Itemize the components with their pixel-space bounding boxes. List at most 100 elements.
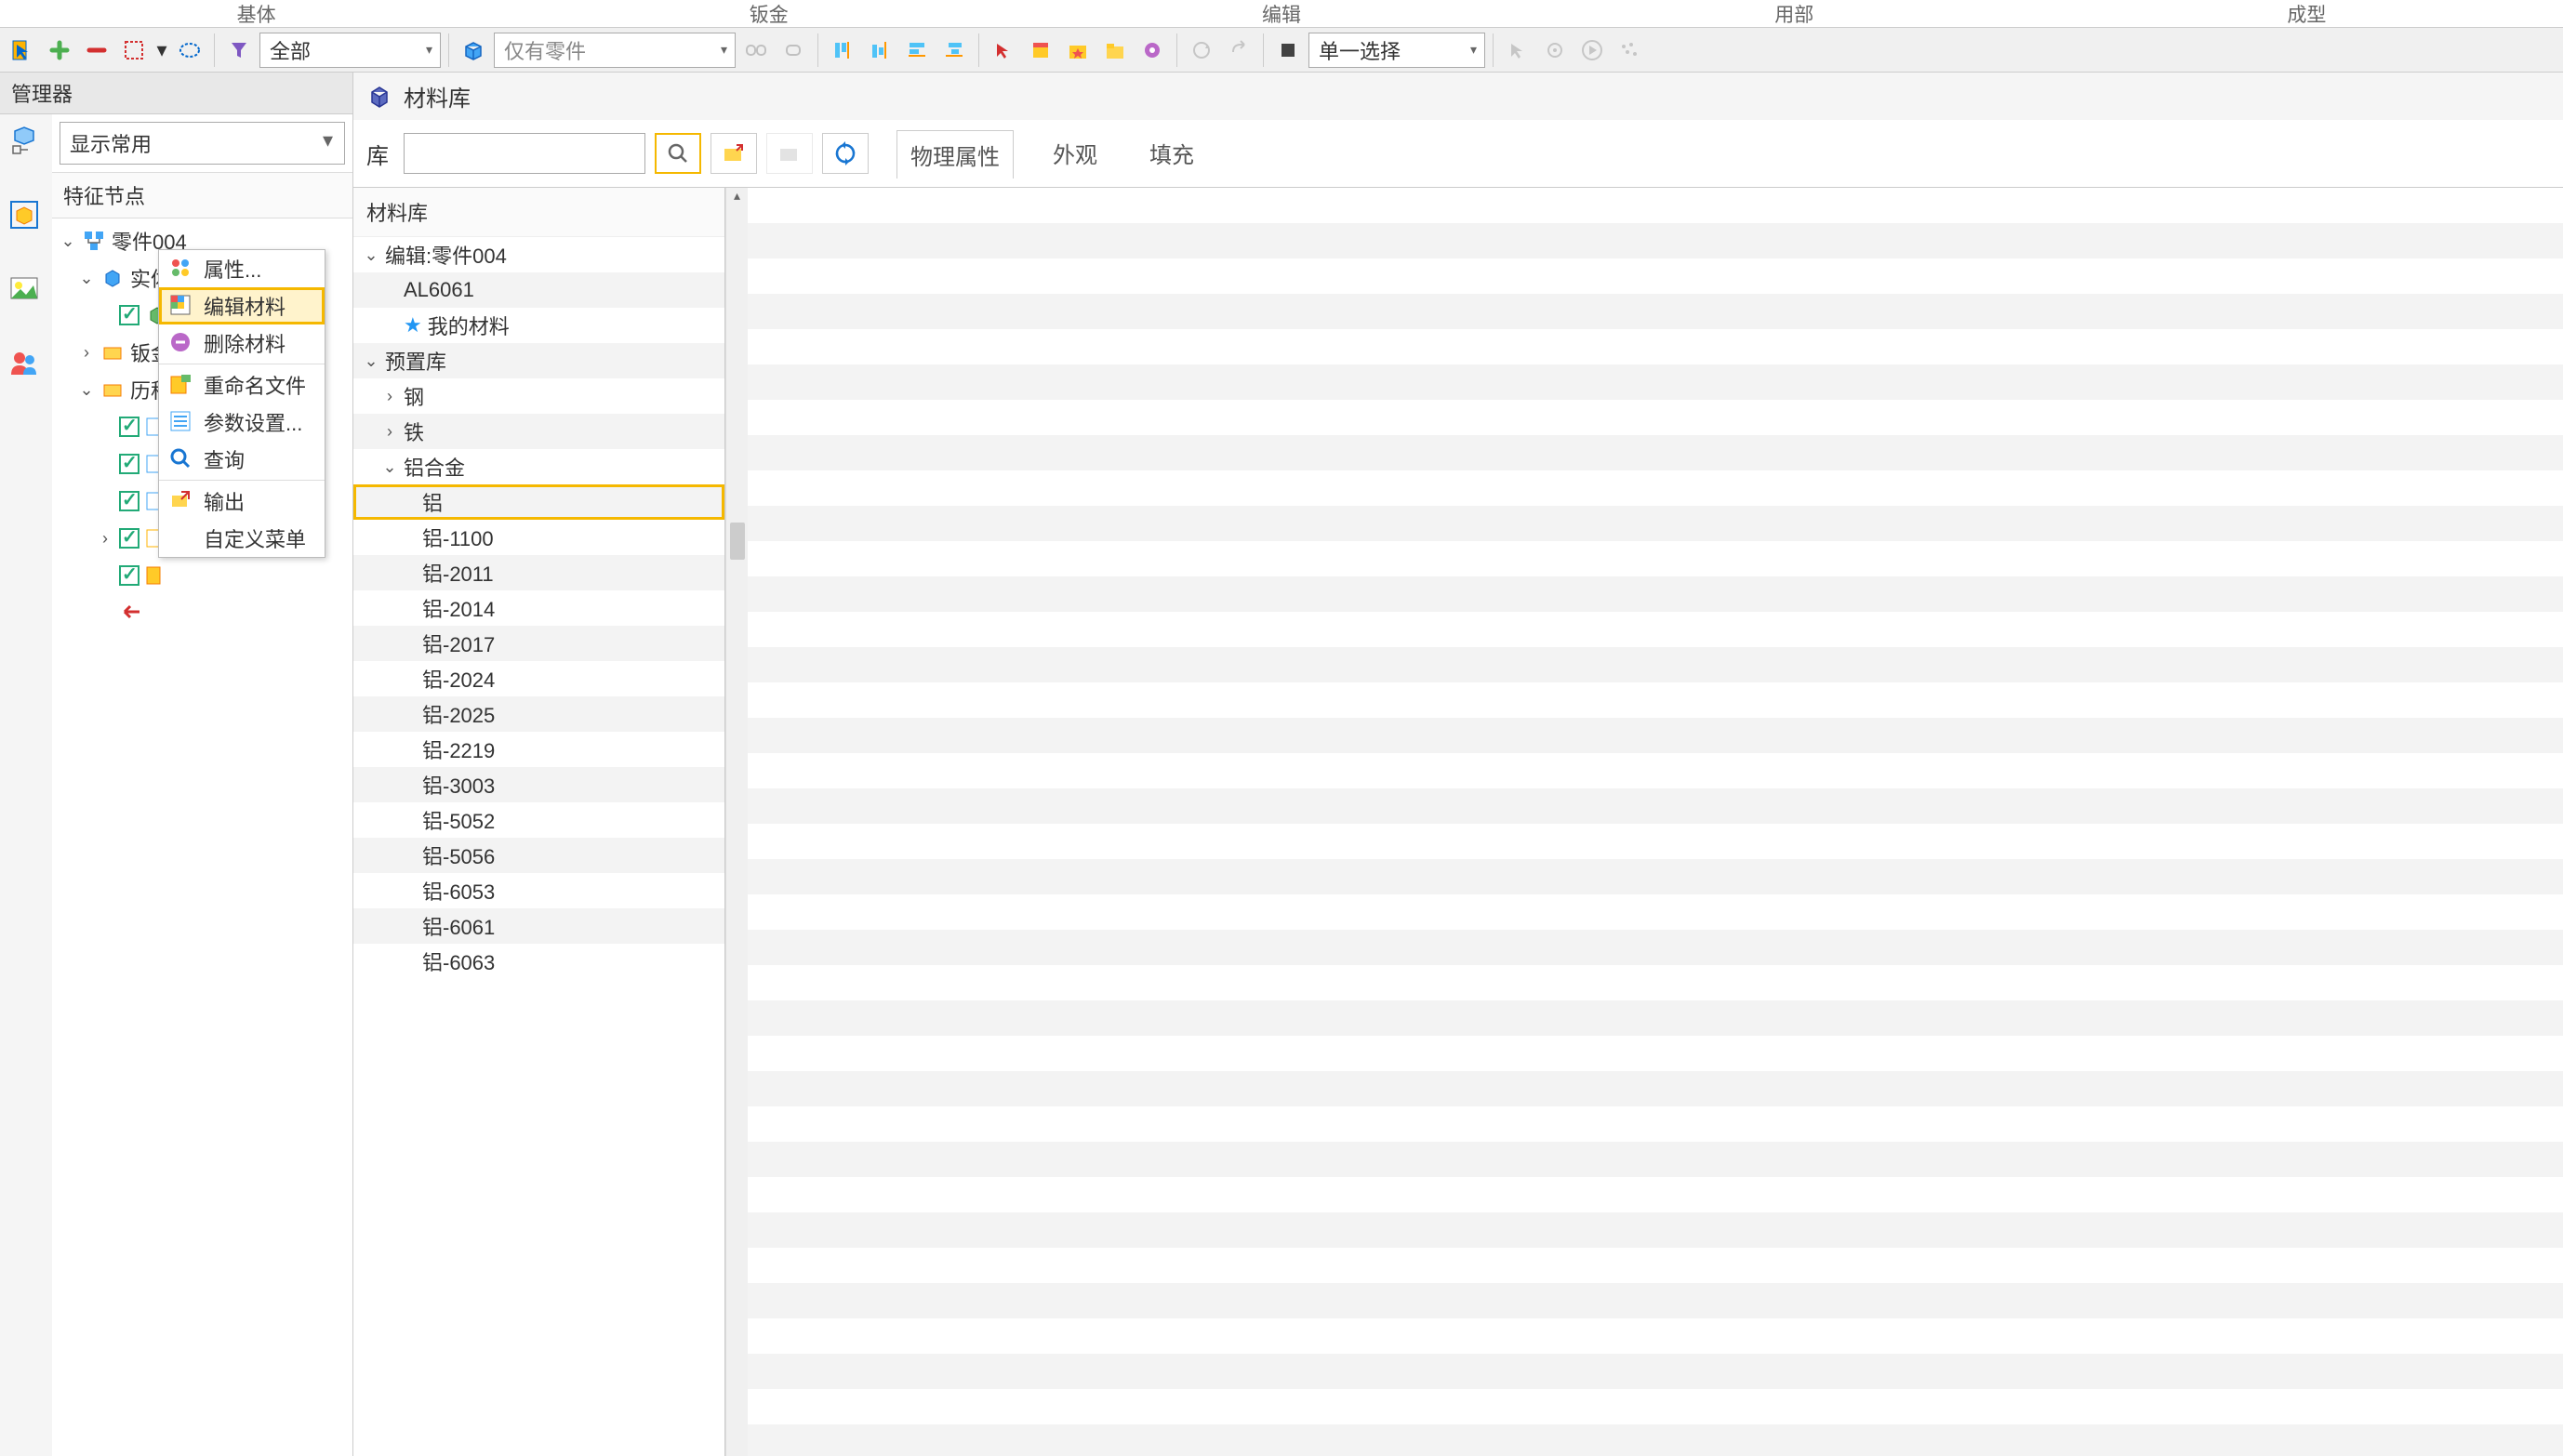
display-combo[interactable]: 显示常用 <box>60 122 345 165</box>
people-icon[interactable] <box>7 347 45 384</box>
play-icon[interactable] <box>1575 33 1609 67</box>
mat-edit-node[interactable]: 编辑:零件004 <box>353 237 724 272</box>
scroll-up-icon[interactable]: ▴ <box>726 188 748 210</box>
cm-edit-material[interactable]: 编辑材料 <box>159 287 325 324</box>
mat-item[interactable]: 铝-6063 <box>353 944 724 979</box>
rotate-icon[interactable] <box>1185 33 1218 67</box>
menubar: 基体 钣金 编辑 用部 成型 <box>0 0 2563 28</box>
checkbox-icon[interactable] <box>119 305 139 325</box>
settings-gear-icon[interactable] <box>1538 33 1572 67</box>
cm-properties[interactable]: 属性... <box>159 250 325 287</box>
cm-custom[interactable]: 自定义菜单 <box>159 520 325 557</box>
folder-icon[interactable] <box>1098 33 1132 67</box>
mat-preset-lib[interactable]: 预置库 <box>353 343 724 378</box>
mat-steel[interactable]: 钢 <box>353 378 724 414</box>
menu-form[interactable]: 成型 <box>2051 0 2563 28</box>
material-cube-icon <box>365 82 394 112</box>
book-icon[interactable] <box>1024 33 1057 67</box>
material-search-input[interactable] <box>404 133 645 174</box>
mat-al6061[interactable]: AL6061 <box>353 272 724 308</box>
material-tree-scrollbar[interactable]: ▴ <box>725 188 748 1456</box>
cm-label: 查询 <box>204 444 245 474</box>
material-tabs: 物理属性 外观 填充 <box>896 129 1207 178</box>
menu-sheetmetal[interactable]: 钣金 <box>512 0 1025 28</box>
mat-item[interactable]: 铝-6061 <box>353 908 724 944</box>
search-button[interactable] <box>655 133 701 174</box>
align2-icon[interactable] <box>863 33 896 67</box>
cursor-icon[interactable] <box>6 33 39 67</box>
dots-icon[interactable] <box>1613 33 1646 67</box>
manager-iconbar <box>0 114 52 1456</box>
cm-rename[interactable]: 重命名文件 <box>159 366 325 404</box>
oval-selection-icon[interactable] <box>173 33 206 67</box>
cm-label: 属性... <box>204 254 261 284</box>
remove-icon[interactable] <box>80 33 113 67</box>
redo-icon[interactable] <box>1222 33 1255 67</box>
mat-my-materials[interactable]: ★我的材料 <box>353 308 724 343</box>
scroll-thumb[interactable] <box>730 523 745 560</box>
cm-label: 重命名文件 <box>204 370 306 400</box>
tab-fill[interactable]: 填充 <box>1136 129 1207 178</box>
add-icon[interactable] <box>43 33 76 67</box>
box-view-icon[interactable] <box>7 198 45 235</box>
pointer3-icon[interactable] <box>1501 33 1534 67</box>
cm-label: 自定义菜单 <box>204 523 306 553</box>
checkbox-icon[interactable] <box>119 565 139 586</box>
filter-icon[interactable] <box>222 33 256 67</box>
mat-item[interactable]: 铝-5052 <box>353 802 724 838</box>
mat-iron[interactable]: 铁 <box>353 414 724 449</box>
tree-hist-end[interactable] <box>52 594 352 631</box>
cm-label: 参数设置... <box>204 407 302 437</box>
manager-panel: 管理器 显示常用 特征节点 零件004 <box>0 73 353 1456</box>
checkbox-icon[interactable] <box>119 417 139 437</box>
mat-item[interactable]: 铝-2017 <box>353 626 724 661</box>
align4-icon[interactable] <box>937 33 971 67</box>
cm-delete-material[interactable]: 删除材料 <box>159 324 325 362</box>
tree-hist-item5[interactable] <box>52 557 352 594</box>
folder-star-icon[interactable] <box>1061 33 1095 67</box>
box3d-icon[interactable] <box>457 33 490 67</box>
link-icon[interactable] <box>739 33 773 67</box>
unlink-icon[interactable] <box>777 33 810 67</box>
tab-appearance[interactable]: 外观 <box>1040 129 1110 178</box>
cm-params[interactable]: 参数设置... <box>159 404 325 441</box>
main-area: 管理器 显示常用 特征节点 零件004 <box>0 73 2563 1456</box>
single-select[interactable]: 单一选择 <box>1308 33 1485 68</box>
mat-item[interactable]: 铝-2014 <box>353 590 724 626</box>
star-icon: ★ <box>404 313 422 338</box>
stop-icon[interactable] <box>1271 33 1305 67</box>
open-folder-button[interactable] <box>710 133 757 174</box>
cm-output[interactable]: 输出 <box>159 483 325 520</box>
refresh-button[interactable] <box>822 133 869 174</box>
mat-item[interactable]: 铝-1100 <box>353 520 724 555</box>
mat-item[interactable]: 铝-5056 <box>353 838 724 873</box>
mat-item[interactable]: 铝-2025 <box>353 696 724 732</box>
material-toolbar: 库 物理属性 外观 填充 <box>353 120 2563 188</box>
pointer2-icon[interactable] <box>987 33 1020 67</box>
checkbox-icon[interactable] <box>119 528 139 549</box>
gear-icon[interactable] <box>1135 33 1169 67</box>
image-view-icon[interactable] <box>7 272 45 310</box>
menu-part[interactable]: 用部 <box>1538 0 2051 28</box>
mat-item[interactable]: 铝-2219 <box>353 732 724 767</box>
mat-aluminum-alloy[interactable]: 铝合金 <box>353 449 724 484</box>
mat-item[interactable]: 铝-6053 <box>353 873 724 908</box>
checkbox-icon[interactable] <box>119 454 139 474</box>
cm-query[interactable]: 查询 <box>159 441 325 478</box>
mat-item[interactable]: 铝-2024 <box>353 661 724 696</box>
mat-item-aluminum[interactable]: 铝 <box>353 484 724 520</box>
menu-base[interactable]: 基体 <box>0 0 512 28</box>
align1-icon[interactable] <box>826 33 859 67</box>
mat-item[interactable]: 铝-3003 <box>353 767 724 802</box>
menu-edit[interactable]: 编辑 <box>1025 0 1537 28</box>
filter-select[interactable]: 全部 <box>259 33 441 68</box>
dropdown-arrow-icon[interactable]: ▾ <box>154 33 169 67</box>
save-folder-button[interactable] <box>766 133 813 174</box>
checkbox-icon[interactable] <box>119 491 139 511</box>
tree-view-icon[interactable] <box>7 124 45 161</box>
mat-item[interactable]: 铝-2011 <box>353 555 724 590</box>
parts-only-select[interactable]: 仅有零件 <box>494 33 736 68</box>
tab-physical[interactable]: 物理属性 <box>896 130 1014 179</box>
selection-box-icon[interactable] <box>117 33 151 67</box>
align3-icon[interactable] <box>900 33 934 67</box>
